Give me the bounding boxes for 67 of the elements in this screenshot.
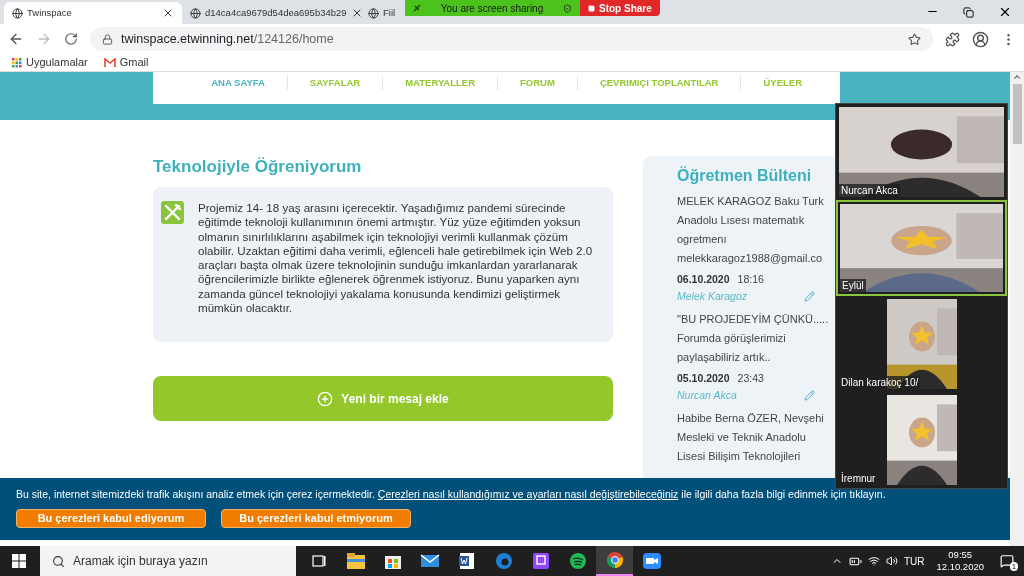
post-text: "BU PROJEDEYİM ÇÜNKÜ..... xyxy=(677,312,830,327)
tools-icon xyxy=(161,201,184,224)
post-text: Habibe Berna ÖZER, Nevşehi xyxy=(677,411,825,426)
participant-name: Dilan karakoç 10/ xyxy=(839,376,921,389)
volume-icon[interactable] xyxy=(885,555,898,567)
project-title: Teknolojiyle Öğreniyorum xyxy=(153,157,363,177)
url-path: /124126/home xyxy=(253,30,334,48)
post-text: melekkaragoz1988@gmail.co xyxy=(677,251,824,266)
extensions-icon[interactable] xyxy=(945,31,960,47)
shield-icon xyxy=(563,3,572,13)
post-time: 23:43 xyxy=(737,371,764,386)
language-indicator[interactable]: TUR xyxy=(903,553,925,569)
cookie-text: Bu site, internet sitemizdeki trafik akışını analiz etmek için çerez içermektedir. Çerezleri nasıl kullandığımız ve ayarları nasıl değiştirebileceğiniz ile ilgili daha fazla bilgi edinmek için tıklayın. xyxy=(16,487,887,501)
scroll-up-icon[interactable] xyxy=(1012,72,1022,82)
windows-start-icon[interactable] xyxy=(12,554,26,568)
browser-tab[interactable]: Twinspace xyxy=(4,2,182,24)
post-time: 18:16 xyxy=(737,272,764,287)
restore-icon[interactable] xyxy=(963,7,974,18)
post-text: Forumda görüşlerimizi xyxy=(677,331,787,346)
post-author: Nurcan Akca xyxy=(677,388,738,403)
tab-title: Twinspace xyxy=(27,5,73,20)
profile-icon[interactable] xyxy=(972,30,989,48)
stop-icon xyxy=(588,4,595,12)
wifi-icon[interactable] xyxy=(867,555,880,567)
globe-icon xyxy=(12,7,23,19)
url-host: twinspace.etwinning.net xyxy=(121,30,254,48)
stop-share-button[interactable]: Stop Share xyxy=(580,0,660,16)
project-description: Projemiz 14- 18 yaş arasını içerecektir. Yaşadığımız pandemi sürecinde eğitimde teknoloji kullanımının önemi artmıştır. Yüz yüze eğitimden yoksun olmanın sınırlılıklarını aşabilmek için teknolojiyi verimli kullanmak çözüm olabilir. Uzaktan eğitimi daha verimli, eğlenceli hale getirebilmek için Web 2.0 araçları başta olmak üzere teknolojinin sunduğu imkanlardan yararlanarak öğrencilerimizle birlikte eğlenerek öğrenmek istiyoruz. Bunu yaparken aynı zamanda güncel teknolojiyi yakalama konusunda kendimizi geliştirmek mümkün olacaktır. xyxy=(198,201,594,317)
address-bar[interactable]: twinspace.etwinning.net/124126/home xyxy=(90,27,933,51)
search-placeholder: Aramak için buraya yazın xyxy=(73,553,208,570)
apps-grid-icon xyxy=(12,57,22,68)
post-text: Mesleki ve Teknik Anadolu xyxy=(677,430,807,445)
bookmark[interactable]: Uygulamalar xyxy=(12,54,88,71)
bookmark[interactable]: Gmail xyxy=(103,54,149,71)
close-icon[interactable] xyxy=(998,5,1012,19)
mail-icon xyxy=(103,58,116,67)
participant-name: İremnur xyxy=(839,472,878,485)
post-date: 06.10.2020 xyxy=(677,272,730,287)
reload-icon[interactable] xyxy=(64,32,78,46)
close-icon[interactable] xyxy=(162,7,174,19)
post-text: MELEK KARAGOZ Baku Turk xyxy=(677,194,825,209)
clock[interactable]: 09:55 12.10.2020 xyxy=(930,549,990,573)
plus-icon xyxy=(317,390,334,407)
post-text: paylaşabiliriz artık.. xyxy=(677,350,772,365)
tab-title: d14ca4ca9679d54dea695b34b29 xyxy=(205,5,347,20)
browser-tab[interactable]: d14ca4ca9679d54dea695b34b29 xyxy=(182,2,360,24)
globe-icon xyxy=(190,7,201,19)
participant-name: Eylül xyxy=(840,279,866,292)
cookie-policy-link[interactable]: Çerezleri nasıl kullandığımız ve ayarları nasıl değiştirebileceğiniz xyxy=(377,488,679,500)
bulletin-title: Öğretmen Bülteni xyxy=(677,166,813,186)
post-text: ogretmenı xyxy=(677,232,728,247)
post-author: Melek Karagoz xyxy=(677,289,749,304)
chrome-taskbar-icon[interactable] xyxy=(596,546,633,576)
tab-title: Fiil xyxy=(383,5,396,20)
sharing-status: You are screen sharing xyxy=(439,1,545,16)
browser-tab[interactable]: Fiil xyxy=(360,2,400,24)
participant-name: Nurcan Akca xyxy=(839,184,900,197)
taskbar-search-field[interactable]: Aramak için buraya yazın xyxy=(40,546,296,576)
lock-icon xyxy=(102,33,113,45)
back-icon[interactable] xyxy=(8,31,24,47)
post-date: 05.10.2020 xyxy=(677,371,730,386)
post-text: Anadolu Lısesı matematık xyxy=(677,213,806,228)
scrollbar-thumb[interactable] xyxy=(1012,84,1022,144)
star-icon[interactable] xyxy=(908,32,921,46)
search-icon xyxy=(52,554,65,568)
post-text: Lisesi Bilişim Teknolojileri xyxy=(677,449,802,464)
globe-icon xyxy=(368,7,379,19)
